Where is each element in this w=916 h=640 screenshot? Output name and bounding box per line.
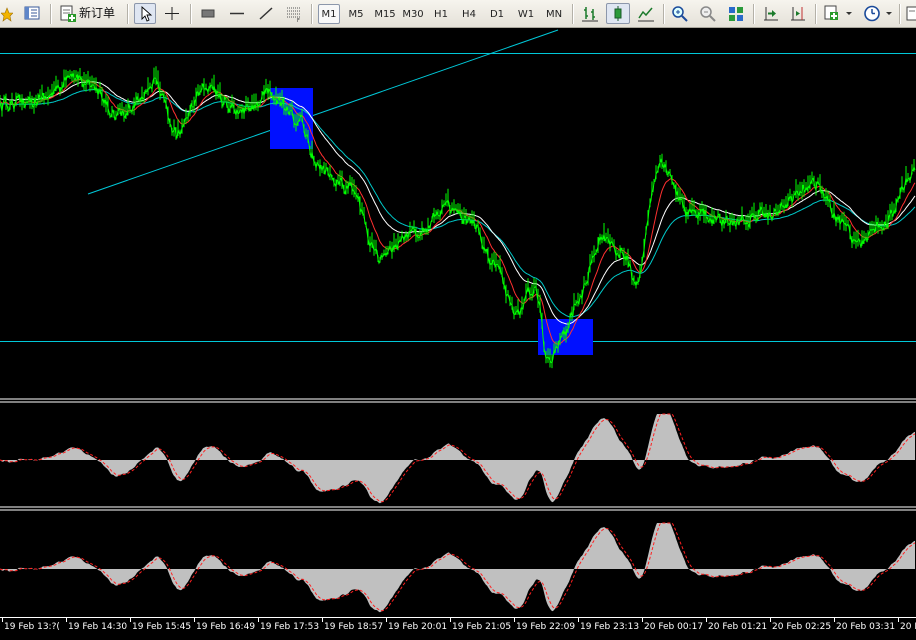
timeframe-h1-button[interactable]: H1 [430,4,452,24]
separator [190,4,192,24]
separator [663,4,665,24]
trendline-icon[interactable] [255,3,277,24]
separator [753,4,755,24]
time-label: 19 Feb 14:30 [68,622,128,632]
time-label: 19 Feb 20:01 [388,622,448,632]
data-window-icon[interactable] [22,3,42,24]
time-tick [194,618,195,622]
timeframe-m30-button[interactable]: M30 [400,4,426,24]
timeframe-h4-button[interactable]: H4 [458,4,480,24]
candlestick-icon[interactable] [606,3,630,24]
separator [899,4,901,24]
time-tick [770,618,771,622]
timeframe-m5-button[interactable]: M5 [344,4,368,24]
separator [50,4,52,24]
time-tick [386,618,387,622]
time-label: 19 Feb 23:13 [580,622,640,632]
time-label: 19 Feb 16:49 [196,622,256,632]
time-tick [130,618,131,622]
zoom-out-icon[interactable] [697,3,719,24]
chart-shift-icon[interactable] [760,3,782,24]
time-label: 20 Feb 01:21 [708,622,768,632]
star-icon[interactable] [0,3,13,24]
cursor-arrow-icon[interactable] [134,3,156,24]
time-axis: 19 Feb 13:?( 19 Feb 14:30 19 Feb 15:45 19 F… [0,618,916,640]
time-label: 19 Feb 17:53 [260,622,320,632]
timeframe-mn-button[interactable]: MN [542,4,566,24]
rectangle-tool-icon[interactable] [197,3,219,24]
time-tick [514,618,515,622]
tile-windows-icon[interactable] [725,3,747,24]
time-tick [578,618,579,622]
toolbar: 新订单 F M1 M5 M15 M30 H1 H4 D1 W1 MN [0,0,916,28]
time-label: 19 Feb 21:05 [452,622,512,632]
timeframe-d1-button[interactable]: D1 [486,4,508,24]
time-label: 19 Feb 13:?( [4,622,60,632]
time-tick [450,618,451,622]
separator [311,4,313,24]
separator [815,4,817,24]
new-order-icon [60,5,76,22]
timeframe-m1-button[interactable]: M1 [318,4,340,24]
time-label: 20 Feb 02:25 [772,622,832,632]
separator [127,4,129,24]
time-label: 19 Feb 22:09 [516,622,576,632]
crosshair-icon[interactable] [161,3,183,24]
time-tick [258,618,259,622]
line-chart-icon[interactable] [635,3,657,24]
time-label: 19 Feb 18:57 [324,622,384,632]
time-tick [642,618,643,622]
svg-text:F: F [297,18,300,23]
fibonacci-icon[interactable]: F [283,3,305,24]
timeframe-w1-button[interactable]: W1 [514,4,538,24]
bar-chart-icon[interactable] [579,3,601,24]
time-tick [66,618,67,622]
time-tick [322,618,323,622]
time-tick [2,618,3,622]
time-tick [834,618,835,622]
new-order-button[interactable]: 新订单 [56,3,119,24]
zoom-in-icon[interactable] [669,3,691,24]
periods-menu-button[interactable] [861,3,895,24]
indicators-menu-button[interactable] [821,3,855,24]
new-order-label: 新订单 [79,6,116,20]
time-label: 20 Feb 00:17 [644,622,704,632]
time-label: 20 Fe [900,622,916,632]
time-label: 19 Feb 15:45 [132,622,192,632]
chart-canvas[interactable] [0,28,916,618]
time-label: 20 Feb 03:31 [836,622,896,632]
horizontal-line-icon[interactable] [226,3,248,24]
time-tick [898,618,899,622]
time-tick [706,618,707,622]
autoscroll-icon[interactable] [787,3,809,24]
timeframe-m15-button[interactable]: M15 [372,4,398,24]
templates-icon[interactable] [904,3,916,24]
separator [572,4,574,24]
